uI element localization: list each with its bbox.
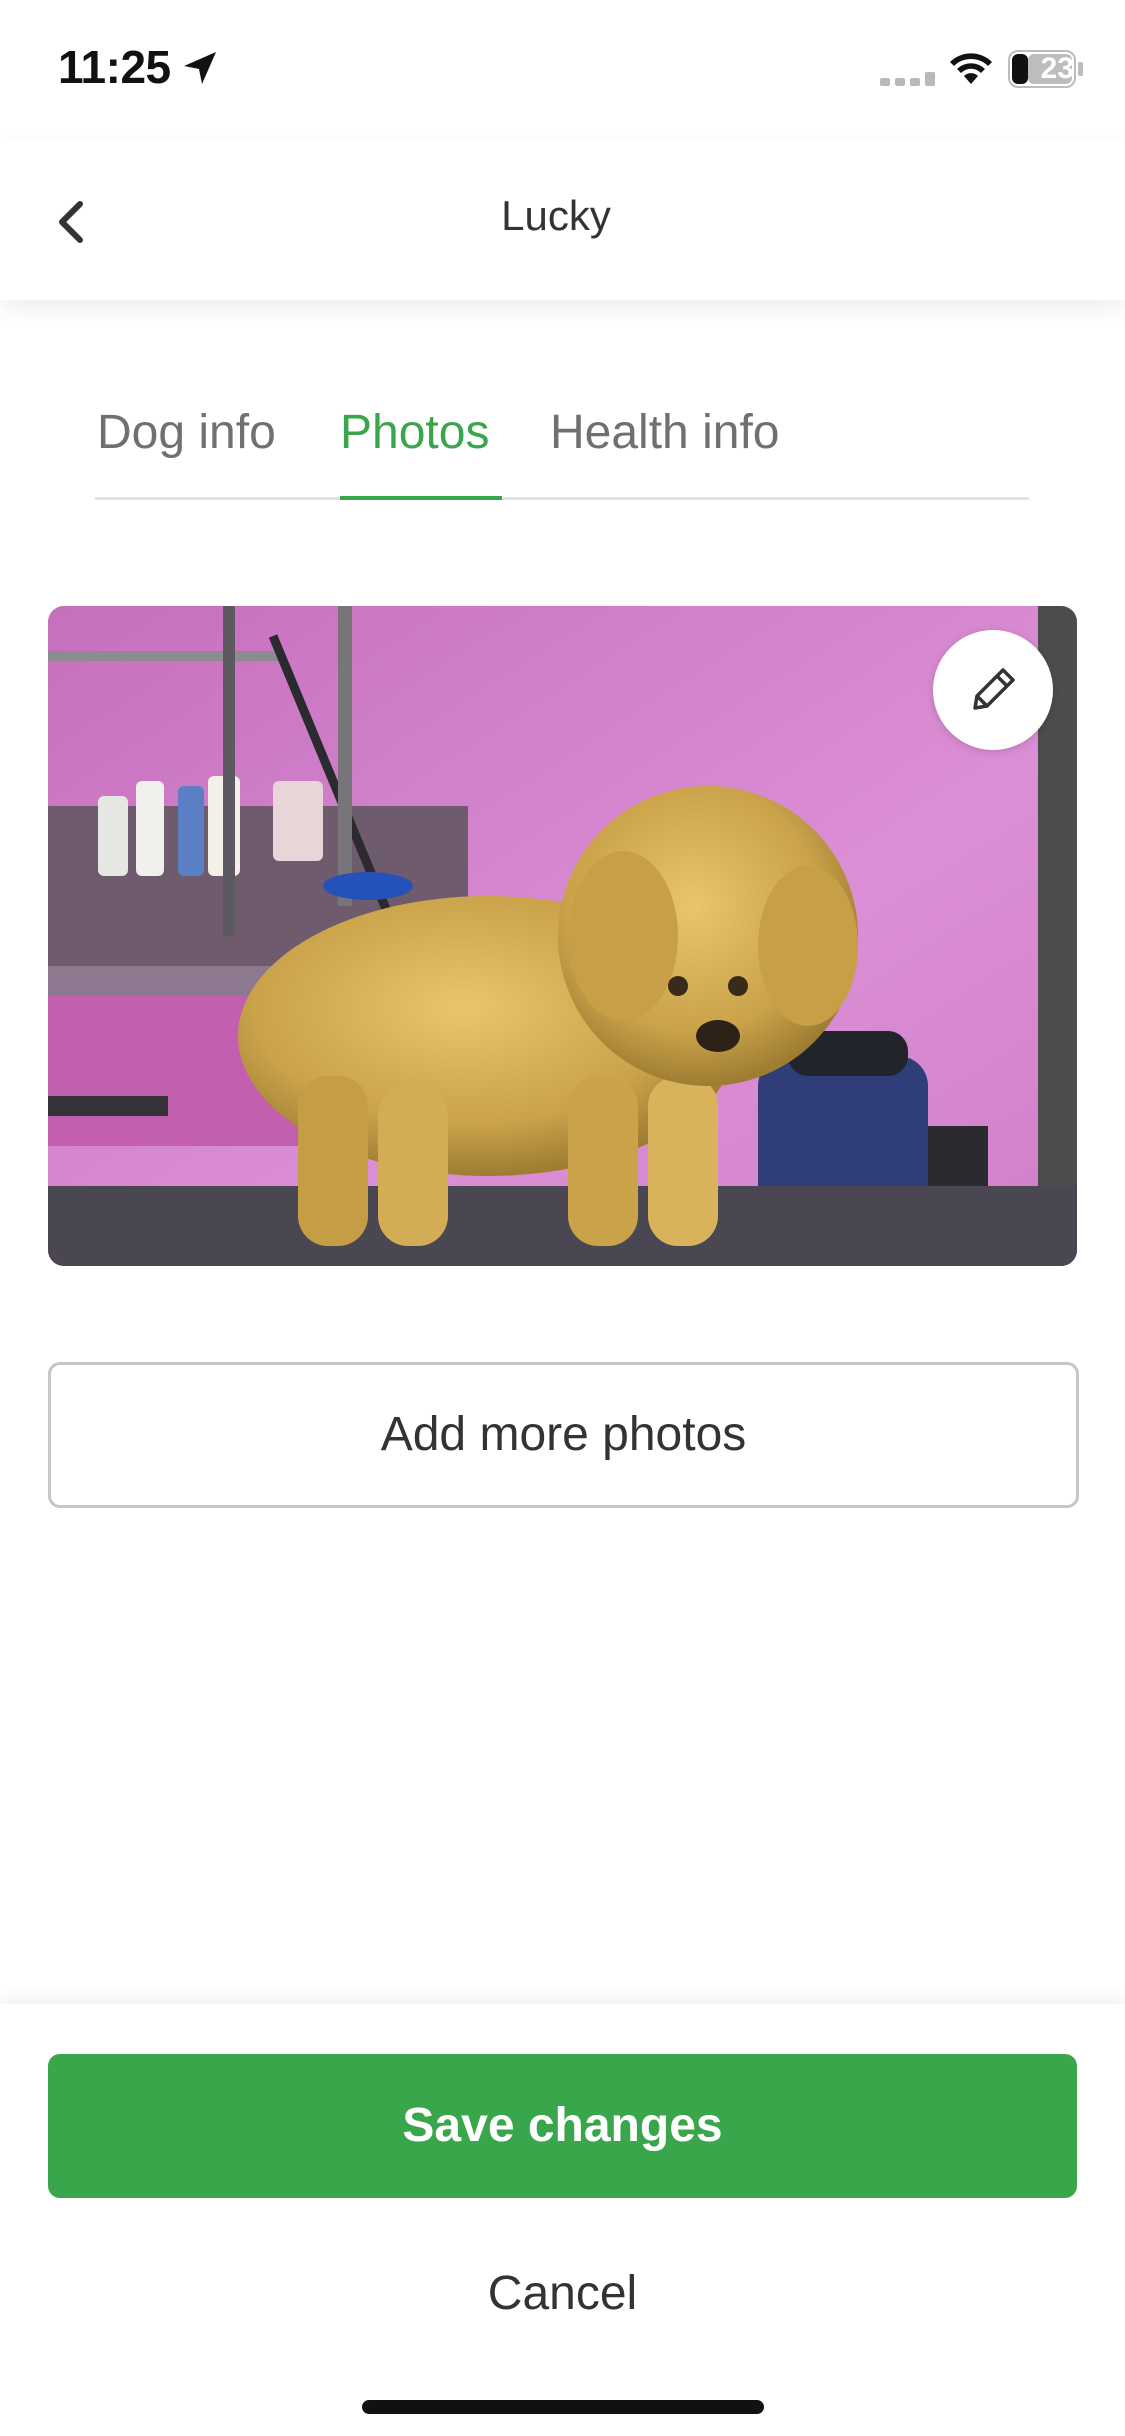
tab-health-info[interactable]: Health info	[550, 405, 779, 497]
cell-signal-icon	[880, 72, 935, 86]
cancel-button[interactable]: Cancel	[0, 2234, 1125, 2354]
active-tab-indicator	[340, 496, 502, 500]
tab-photos[interactable]: Photos	[340, 405, 489, 497]
save-changes-button[interactable]: Save changes	[48, 2054, 1077, 2198]
pencil-icon	[973, 668, 1015, 710]
home-indicator	[362, 2400, 764, 2414]
dog-photo-image	[48, 606, 1077, 1266]
status-time: 11:25	[58, 41, 171, 93]
page-title: Lucky	[501, 192, 611, 239]
nav-bar: Lucky	[0, 140, 1125, 300]
tab-dog-info[interactable]: Dog info	[97, 405, 276, 497]
edit-photo-button[interactable]	[933, 630, 1053, 750]
dog-photo[interactable]	[48, 606, 1077, 1266]
tab-bar: Dog info Photos Health info	[95, 395, 1029, 500]
wifi-icon	[950, 53, 992, 84]
add-more-photos-button[interactable]: Add more photos	[48, 1362, 1079, 1508]
bottom-action-panel: Save changes Cancel	[0, 2004, 1125, 2436]
battery-level: 23	[1040, 52, 1074, 85]
location-arrow-icon	[184, 52, 216, 84]
status-bar: 11:25 23	[0, 0, 1125, 140]
